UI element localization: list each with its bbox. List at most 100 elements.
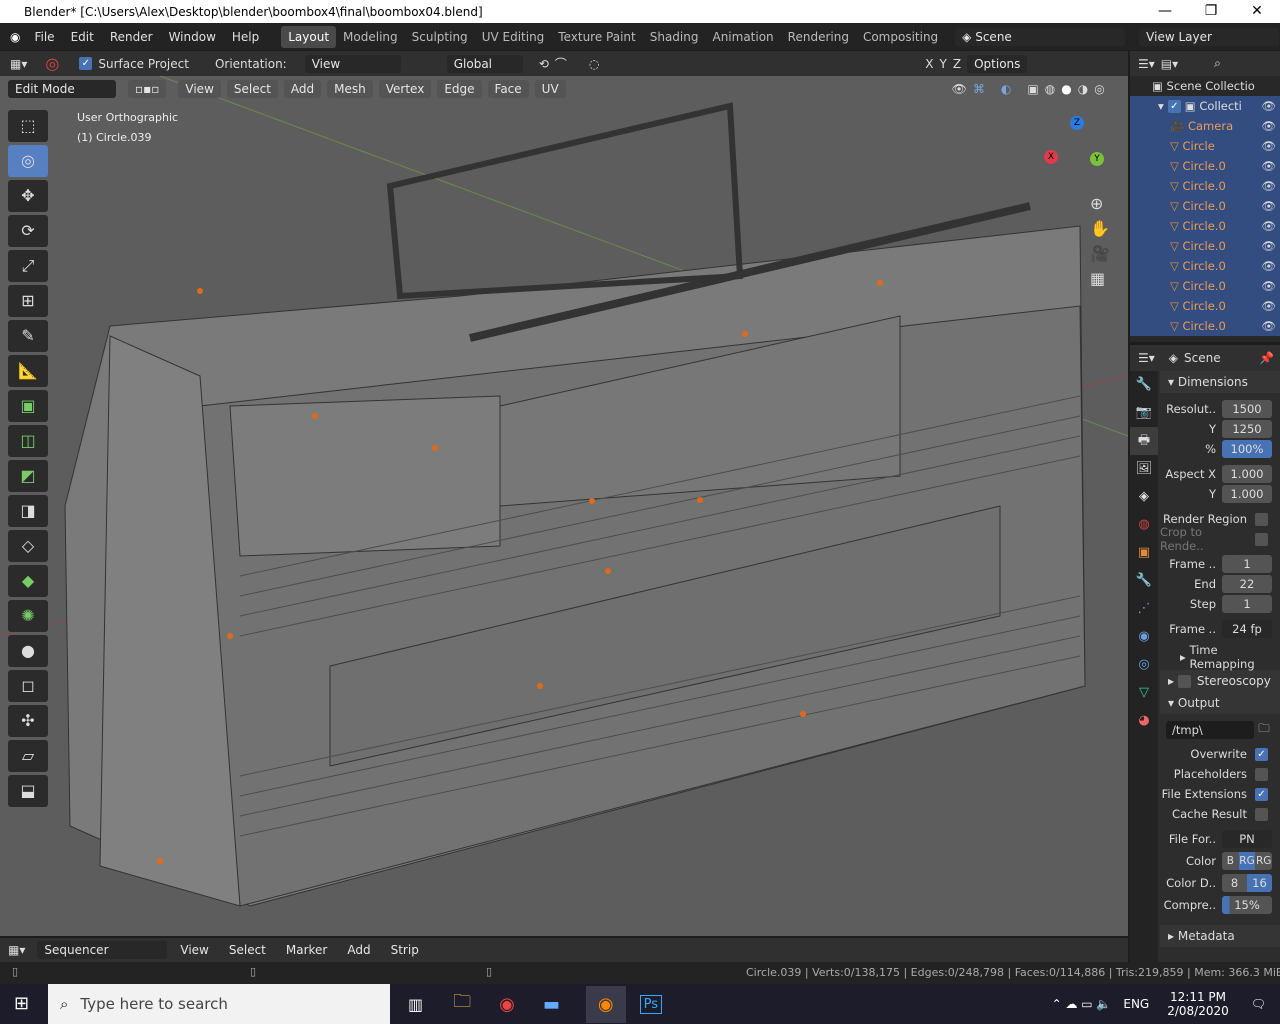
app-icon[interactable]: ▬: [543, 994, 560, 1015]
folder-icon[interactable]: 🗀: [1254, 721, 1274, 740]
frame-end-field[interactable]: 22: [1222, 575, 1272, 593]
frame-step-field[interactable]: 1: [1222, 595, 1272, 613]
eye-icon[interactable]: 👁: [1261, 199, 1280, 213]
zoom-icon[interactable]: ⊕: [1090, 194, 1110, 213]
knife-tool-icon[interactable]: ◇: [8, 530, 48, 562]
measure-tool-icon[interactable]: 📐: [8, 355, 48, 387]
blender-logo-icon[interactable]: ◉: [10, 30, 20, 44]
crop-checkbox[interactable]: [1255, 533, 1268, 546]
3d-viewport[interactable]: Edit Mode ▫▪▫ View Select Add Mesh Verte…: [0, 76, 1128, 936]
stereoscopy-panel[interactable]: ▸ Stereoscopy: [1160, 670, 1280, 692]
file-format-dropdown[interactable]: PN: [1222, 830, 1272, 848]
options-dropdown[interactable]: Options: [967, 55, 1027, 73]
eye-icon[interactable]: 👁: [1261, 219, 1280, 233]
shading-wireframe-icon[interactable]: ◍: [1045, 82, 1055, 96]
stereoscopy-checkbox[interactable]: [1178, 675, 1191, 688]
loop-cut-tool-icon[interactable]: ◨: [8, 495, 48, 527]
menu-edit[interactable]: Edit: [63, 30, 102, 44]
eye-icon[interactable]: 👁: [1261, 159, 1280, 173]
outliner-item[interactable]: ▽ Circle.0👁: [1130, 236, 1280, 256]
scene-tab-icon[interactable]: ◈: [1130, 483, 1158, 511]
tab-sculpting[interactable]: Sculpting: [405, 26, 475, 48]
physics-tab-icon[interactable]: ◉: [1130, 623, 1158, 651]
annotate-tool-icon[interactable]: ✎: [8, 320, 48, 352]
data-tab-icon[interactable]: ▽: [1130, 679, 1158, 707]
menu-render[interactable]: Render: [102, 30, 161, 44]
menu-vertex[interactable]: Vertex: [379, 80, 432, 98]
overlay-toggle-icon[interactable]: ◐: [1001, 82, 1011, 96]
placeholders-checkbox[interactable]: [1255, 768, 1268, 781]
cache-result-checkbox[interactable]: [1255, 808, 1268, 821]
material-tab-icon[interactable]: ◕: [1130, 707, 1158, 735]
outliner-collection[interactable]: ▾ ✓▣ Collecti👁: [1130, 96, 1280, 116]
outliner-item[interactable]: ▽ Circle👁: [1130, 136, 1280, 156]
file-extensions-checkbox[interactable]: ✓: [1255, 788, 1268, 801]
move-tool-icon[interactable]: ✥: [8, 180, 48, 212]
modifier-tab-icon[interactable]: 🔧: [1130, 567, 1158, 595]
language-indicator[interactable]: ENG: [1123, 997, 1149, 1011]
menu-help[interactable]: Help: [224, 30, 267, 44]
color-rgba-option[interactable]: RG: [1255, 852, 1272, 870]
resolution-percent-field[interactable]: 100%: [1222, 440, 1272, 458]
color-bw-option[interactable]: B: [1222, 852, 1239, 870]
tab-compositing[interactable]: Compositing: [856, 26, 945, 48]
menu-face[interactable]: Face: [488, 80, 529, 98]
menu-uv[interactable]: UV: [535, 80, 566, 98]
tray-icons[interactable]: ⌃ ☁ ▭ 🔈: [1052, 997, 1112, 1011]
editor-type-icon[interactable]: ☰▾: [1138, 351, 1155, 365]
seq-menu-view[interactable]: View: [173, 941, 215, 959]
collection-checkbox[interactable]: ✓: [1168, 100, 1181, 113]
outliner-item[interactable]: ▽ Circle.0👁: [1130, 156, 1280, 176]
eye-icon[interactable]: 👁: [1261, 99, 1280, 113]
rip-tool-icon[interactable]: ⬓: [8, 775, 48, 807]
transform-orientation-dropdown[interactable]: Global: [447, 55, 523, 73]
bevel-tool-icon[interactable]: ◩: [8, 460, 48, 492]
eye-icon[interactable]: 👁: [1261, 319, 1280, 333]
menu-select[interactable]: Select: [227, 80, 278, 98]
aspect-x-field[interactable]: 1.000: [1222, 465, 1272, 483]
metadata-panel[interactable]: ▸ Metadata: [1160, 925, 1280, 947]
display-mode-icon[interactable]: ▤▾: [1161, 57, 1178, 71]
close-button[interactable]: ✕: [1234, 0, 1280, 23]
seq-menu-select[interactable]: Select: [222, 941, 273, 959]
taskbar-search[interactable]: ⌕Type here to search: [48, 984, 390, 1024]
extrude-tool-icon[interactable]: ▣: [8, 390, 48, 422]
tab-layout[interactable]: Layout: [281, 26, 336, 48]
xray-toggle-icon[interactable]: ▣: [1027, 82, 1038, 96]
view-layer-tab-icon[interactable]: 🖼: [1130, 455, 1158, 483]
camera-view-icon[interactable]: 🎥: [1090, 244, 1110, 263]
aspect-y-field[interactable]: 1.000: [1222, 485, 1272, 503]
transform-tool-icon[interactable]: ⊞: [8, 285, 48, 317]
eye-icon[interactable]: 👁: [1261, 119, 1280, 133]
gizmo-y[interactable]: Y: [1090, 152, 1104, 166]
tab-rendering[interactable]: Rendering: [781, 26, 856, 48]
outliner-item[interactable]: ▽ Circle.0👁: [1130, 216, 1280, 236]
outliner-item[interactable]: ▽ Circle.0👁: [1130, 256, 1280, 276]
seq-menu-add[interactable]: Add: [340, 941, 377, 959]
color-depth-8-option[interactable]: 8: [1222, 874, 1247, 892]
shrink-fatten-tool-icon[interactable]: ✣: [8, 705, 48, 737]
menu-window[interactable]: Window: [161, 30, 224, 44]
color-rgb-option[interactable]: RG: [1239, 852, 1256, 870]
outliner-item[interactable]: ▽ Circle.0👁: [1130, 316, 1280, 336]
menu-file[interactable]: File: [26, 30, 62, 44]
tab-modeling[interactable]: Modeling: [336, 26, 405, 48]
task-view-icon[interactable]: ▥: [408, 995, 423, 1014]
gizmo-x[interactable]: X: [1044, 150, 1058, 164]
tab-texture-paint[interactable]: Texture Paint: [551, 26, 642, 48]
cursor-tool-icon[interactable]: ◎: [45, 54, 59, 73]
file-explorer-icon[interactable]: 🗀: [453, 989, 471, 1019]
inset-tool-icon[interactable]: ◫: [8, 425, 48, 457]
tab-shading[interactable]: Shading: [643, 26, 706, 48]
outliner-item[interactable]: ▽ Circle.0👁: [1130, 176, 1280, 196]
orientation-dropdown[interactable]: View: [305, 55, 401, 73]
eye-icon[interactable]: 👁: [1261, 179, 1280, 193]
eye-icon[interactable]: 👁: [1261, 239, 1280, 253]
constraints-tab-icon[interactable]: ◎: [1130, 651, 1158, 679]
outliner-item[interactable]: 🎥 Camera👁: [1130, 116, 1280, 136]
photoshop-icon[interactable]: Ps: [640, 995, 662, 1014]
seq-menu-marker[interactable]: Marker: [279, 941, 334, 959]
editor-type-icon[interactable]: ▦▾: [8, 943, 25, 957]
eye-icon[interactable]: 👁: [1261, 279, 1280, 293]
smooth-tool-icon[interactable]: ●: [8, 635, 48, 667]
